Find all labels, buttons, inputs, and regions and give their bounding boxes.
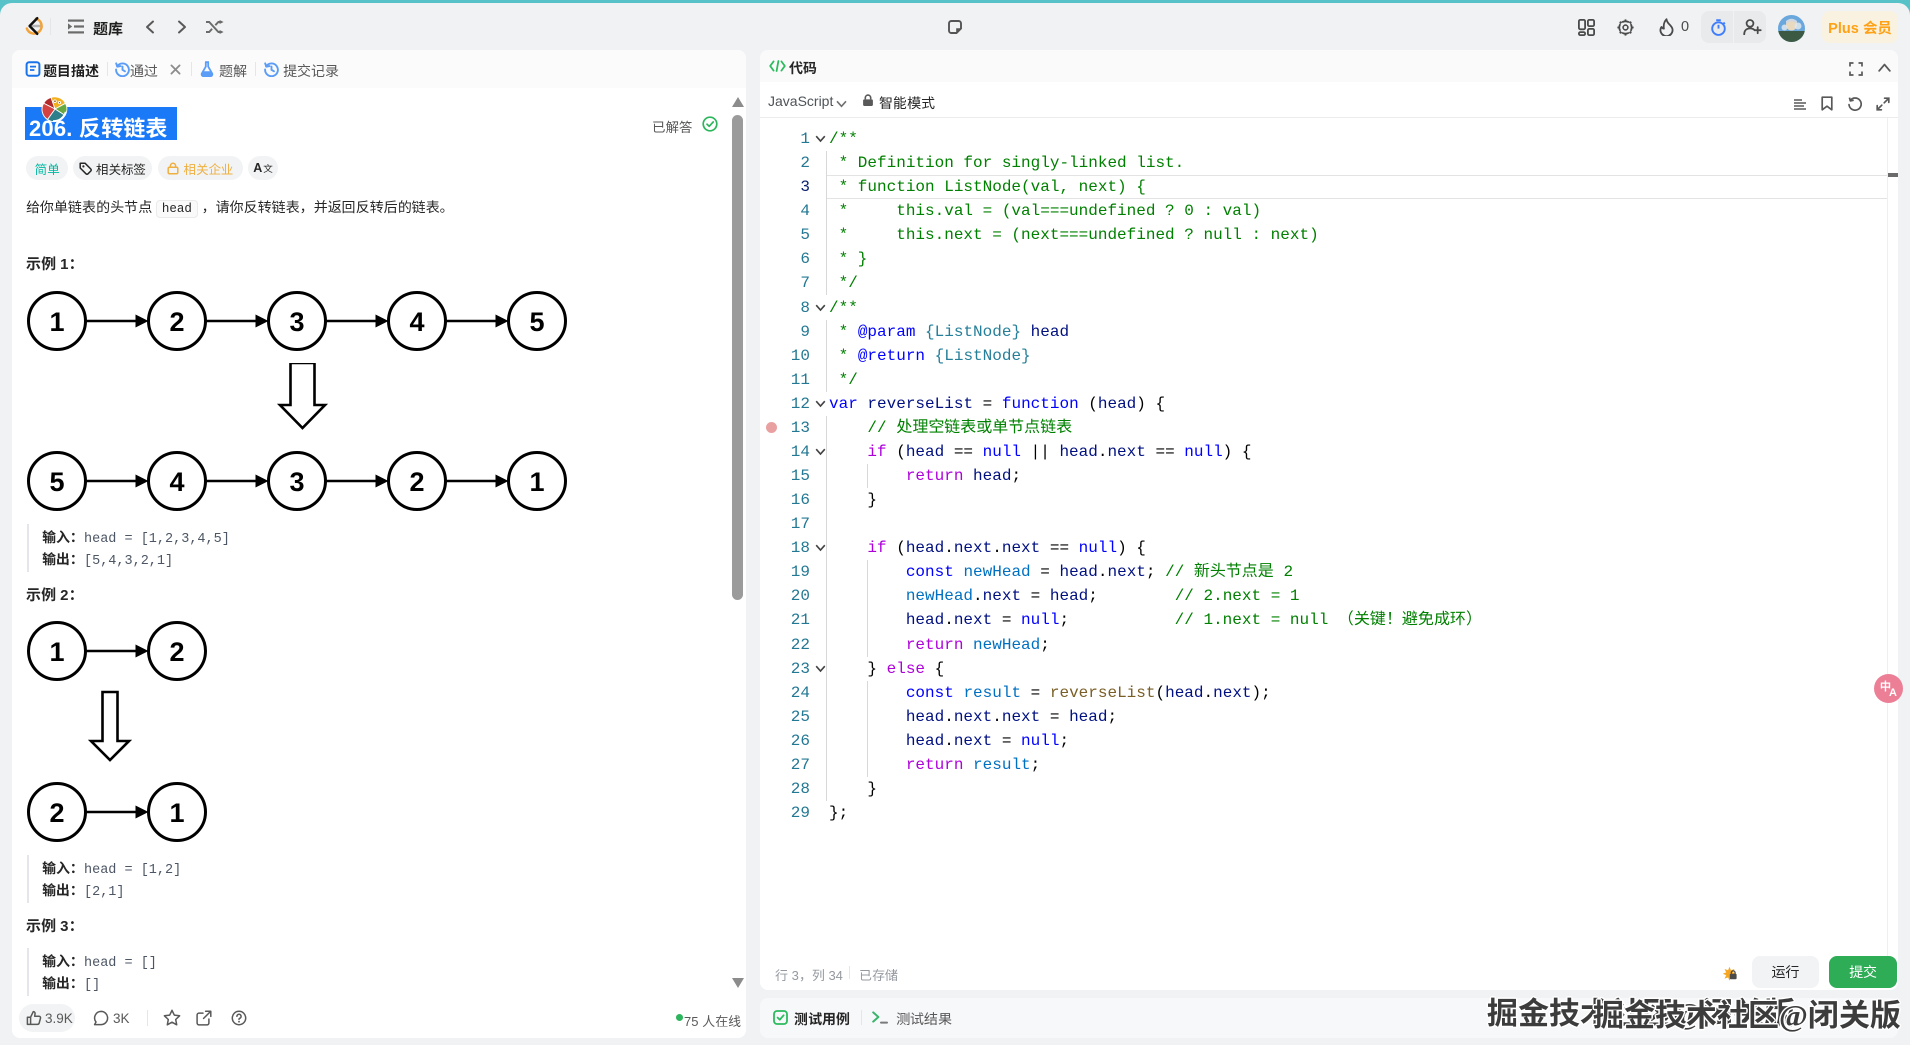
svg-text:5: 5 bbox=[529, 307, 544, 337]
svg-text:1: 1 bbox=[49, 637, 64, 667]
svg-text:3: 3 bbox=[289, 467, 304, 497]
svg-text:4: 4 bbox=[169, 467, 184, 497]
svg-text:2: 2 bbox=[49, 798, 64, 828]
svg-text:5: 5 bbox=[49, 467, 64, 497]
svg-text:3: 3 bbox=[289, 307, 304, 337]
svg-text:1: 1 bbox=[49, 307, 64, 337]
svg-text:1: 1 bbox=[169, 798, 184, 828]
svg-text:2: 2 bbox=[169, 307, 184, 337]
svg-text:2: 2 bbox=[169, 637, 184, 667]
svg-text:1: 1 bbox=[529, 467, 544, 497]
svg-text:2: 2 bbox=[409, 467, 424, 497]
svg-text:4: 4 bbox=[409, 307, 424, 337]
